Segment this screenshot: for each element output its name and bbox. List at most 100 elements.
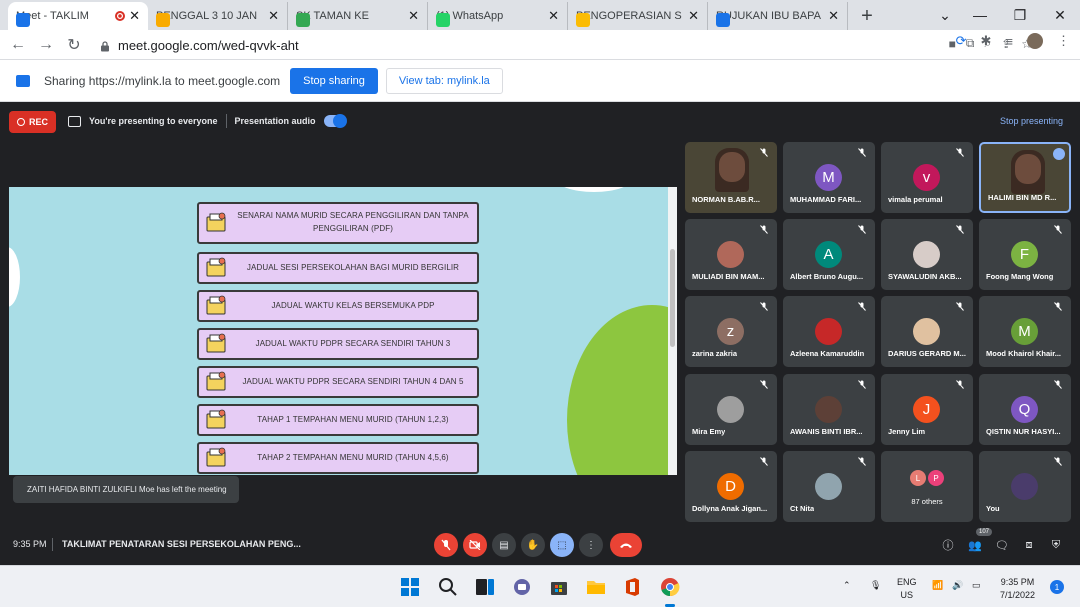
participant-tile[interactable]: NORMAN B.AB.R...	[685, 142, 777, 213]
close-tab-icon[interactable]: ✕	[548, 8, 559, 24]
profile-avatar[interactable]	[1027, 33, 1043, 49]
slide-link-button[interactable]: JADUAL WAKTU KELAS BERSEMUKA PDP	[197, 290, 479, 322]
wifi-icon[interactable]: 📶	[932, 579, 943, 592]
participant-tile[interactable]: DARIUS GERARD M...	[881, 296, 973, 367]
show-hidden-icons[interactable]: ⌃	[843, 579, 851, 592]
restore-icon[interactable]: ❐	[1000, 0, 1040, 30]
participant-name: Jenny Lim	[888, 427, 926, 436]
close-tab-icon[interactable]: ✕	[828, 8, 839, 24]
browser-tab[interactable]: SK TAMAN KE ✕	[288, 2, 428, 30]
close-tab-icon[interactable]: ✕	[268, 8, 279, 24]
participant-tile[interactable]: HALIMI BIN MD R...	[979, 142, 1071, 213]
participant-tile[interactable]: F Foong Mang Wong	[979, 219, 1071, 290]
participant-tile[interactable]: Mira Emy	[685, 374, 777, 445]
browser-tab[interactable]: RUJUKAN IBU BAPA ✕	[708, 2, 848, 30]
chrome-icon[interactable]	[660, 577, 680, 597]
participant-tile[interactable]: M Mood Khairol Khair...	[979, 296, 1071, 367]
camera-off-button[interactable]	[463, 533, 487, 557]
participant-tile[interactable]: M MUHAMMAD FARI...	[783, 142, 875, 213]
stop-sharing-button[interactable]: Stop sharing	[290, 67, 378, 94]
activities-icon[interactable]: ⧈	[1022, 538, 1036, 552]
sync-icon[interactable]: ⟳	[956, 33, 967, 49]
battery-icon[interactable]: ▭	[972, 579, 981, 592]
start-icon[interactable]	[400, 577, 420, 597]
tab-favicon-icon	[296, 13, 310, 27]
participant-tile[interactable]: MULIADI BIN MAM...	[685, 219, 777, 290]
browser-tab[interactable]: Meet - TAKLIM ✕	[8, 2, 148, 30]
file-explorer-icon[interactable]	[586, 577, 606, 597]
slide-link-button[interactable]: TAHAP 2 TEMPAHAN MENU MURID (TAHUN 4,5,6…	[197, 442, 479, 474]
tab-search-icon[interactable]: ⌄	[925, 0, 965, 30]
meeting-details-icon[interactable]: ⓘ	[941, 538, 955, 552]
view-tab-button[interactable]: View tab: mylink.la	[385, 67, 503, 94]
teams-chat-icon[interactable]	[512, 577, 532, 597]
task-view-icon[interactable]	[475, 577, 495, 597]
store-icon[interactable]	[549, 577, 569, 597]
chat-icon[interactable]: 🗨	[995, 538, 1009, 552]
browser-tab[interactable]: PENGOPERASIAN S ✕	[568, 2, 708, 30]
folder-icon	[205, 408, 229, 432]
more-options-button[interactable]: ⋮	[579, 533, 603, 557]
participant-tile[interactable]: L P 87 others	[881, 451, 973, 522]
present-icon	[68, 115, 81, 127]
close-window-icon[interactable]: ✕	[1040, 0, 1080, 30]
participant-tile[interactable]: D Dollyna Anak Jigan...	[685, 451, 777, 522]
participant-tile[interactable]: z zarina zakria	[685, 296, 777, 367]
folder-icon	[205, 294, 229, 318]
participant-name: Dollyna Anak Jigan...	[692, 504, 768, 513]
participant-tile[interactable]: Ct Nita	[783, 451, 875, 522]
participant-name: Foong Mang Wong	[986, 272, 1054, 281]
url-input[interactable]: meet.google.com/wed-qvvk-aht ■ ⧉ ⌕ ⇪ ☆	[92, 33, 1032, 57]
people-icon[interactable]: 👥	[968, 538, 982, 552]
mic-off-button[interactable]	[434, 533, 458, 557]
participant-tile[interactable]: AWANIS BINTI IBR...	[783, 374, 875, 445]
tab-favicon-icon	[716, 13, 730, 27]
reading-list-icon[interactable]: ≡	[1005, 34, 1013, 49]
slide-link-button[interactable]: JADUAL WAKTU PDPR SECARA SENDIRI TAHUN 3	[197, 328, 479, 360]
minimize-icon[interactable]: —	[960, 0, 1000, 30]
slide-link-button[interactable]: TAHAP 1 TEMPAHAN MENU MURID (TAHUN 1,2,3…	[197, 404, 479, 436]
slide-link-button[interactable]: JADUAL WAKTU PDPR SECARA SENDIRI TAHUN 4…	[197, 366, 479, 398]
participant-tile[interactable]: SYAWALUDIN AKB...	[881, 219, 973, 290]
search-icon[interactable]	[438, 577, 458, 597]
participant-tile[interactable]: v vimala perumal	[881, 142, 973, 213]
close-tab-icon[interactable]: ✕	[129, 8, 140, 24]
slide-scrollbar[interactable]	[668, 187, 677, 475]
present-now-button[interactable]: ⬚	[550, 533, 574, 557]
participant-tile[interactable]: A Albert Bruno Augu...	[783, 219, 875, 290]
notification-badge[interactable]: 1	[1050, 580, 1064, 594]
raise-hand-button[interactable]: ✋	[521, 533, 545, 557]
browser-tab[interactable]: (1) WhatsApp ✕	[428, 2, 568, 30]
volume-icon[interactable]: 🔊	[952, 579, 963, 592]
participant-tile[interactable]: You	[979, 451, 1071, 522]
stop-presenting-button[interactable]: Stop presenting	[1000, 116, 1063, 126]
slide-link-button[interactable]: JADUAL SESI PERSEKOLAHAN BAGI MURID BERG…	[197, 252, 479, 284]
host-controls-icon[interactable]: ⛨	[1049, 538, 1063, 552]
avatar-initial: J	[922, 401, 931, 418]
avatar: F	[1011, 241, 1038, 268]
captions-button[interactable]: ▤	[492, 533, 516, 557]
extensions-icon[interactable]: ✱	[981, 33, 992, 49]
avatar: v	[913, 164, 940, 191]
close-tab-icon[interactable]: ✕	[408, 8, 419, 24]
taskbar-clock[interactable]: 9:35 PM 7/1/2022	[1000, 576, 1035, 601]
close-tab-icon[interactable]: ✕	[688, 8, 699, 24]
participant-tile[interactable]: J Jenny Lim	[881, 374, 973, 445]
back-icon[interactable]: ←	[4, 31, 32, 59]
reload-icon[interactable]: ↻	[60, 31, 88, 59]
browser-tab[interactable]: PENGGAL 3 10 JAN ✕	[148, 2, 288, 30]
mic-muted-icon	[956, 302, 964, 311]
menu-icon[interactable]: ⋮	[1057, 33, 1070, 49]
new-tab-button[interactable]: +	[852, 2, 882, 30]
language-indicator[interactable]: ENG US	[897, 576, 917, 601]
participant-tile[interactable]: Azleena Kamaruddin	[783, 296, 875, 367]
presentation-audio-toggle[interactable]	[323, 114, 347, 128]
scrollbar-thumb[interactable]	[670, 249, 675, 347]
leave-call-button[interactable]	[610, 533, 642, 557]
microphone-tray-icon[interactable]: 🎙	[870, 579, 881, 592]
participant-tile[interactable]: Q QISTIN NUR HASYI...	[979, 374, 1071, 445]
slide-link-button[interactable]: SENARAI NAMA MURID SECARA PENGGILIRAN DA…	[197, 202, 479, 244]
office-icon[interactable]	[622, 577, 642, 597]
language-label: ENG	[897, 577, 917, 587]
forward-icon[interactable]: →	[32, 31, 60, 59]
